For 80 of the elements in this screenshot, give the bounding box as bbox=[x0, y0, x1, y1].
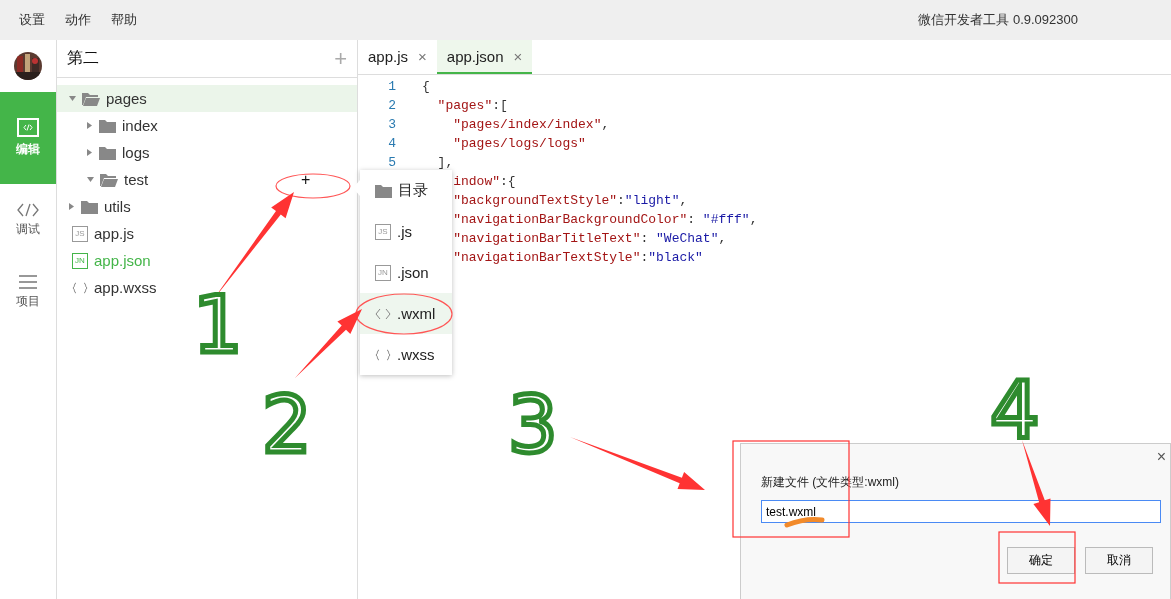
menu-item[interactable]: 帮助 bbox=[111, 11, 137, 29]
file-name: app.js bbox=[94, 225, 135, 242]
code-line: ], bbox=[436, 155, 454, 170]
code-icon bbox=[17, 118, 39, 137]
menu-item[interactable]: 动作 bbox=[65, 11, 91, 29]
annotation-number: 1 bbox=[193, 280, 243, 370]
file-type-icon: JS bbox=[375, 223, 391, 240]
collapse-arrow-icon[interactable] bbox=[69, 95, 76, 102]
code-line: "pages/logs/logs" bbox=[452, 136, 586, 151]
open-folder-icon bbox=[100, 172, 118, 187]
code-line: "pages":[ bbox=[436, 98, 508, 113]
close-icon[interactable]: × bbox=[418, 47, 427, 65]
file-name: app.json bbox=[94, 252, 151, 269]
code-icon bbox=[17, 202, 39, 217]
annotation-number: 4 bbox=[990, 366, 1040, 456]
underline-scribble bbox=[784, 517, 825, 528]
dialog-button[interactable]: 取消 bbox=[1085, 547, 1153, 574]
code-line: "backgroundTextStyle":"light", bbox=[452, 193, 688, 208]
file-type-icon: JS bbox=[72, 225, 88, 242]
file-name: logs bbox=[122, 144, 150, 161]
folder-icon bbox=[81, 199, 98, 214]
folder-icon bbox=[99, 145, 116, 160]
annotation-number: 2 bbox=[262, 380, 312, 470]
tree-item[interactable]: index bbox=[57, 112, 357, 139]
file-name: index bbox=[122, 117, 158, 134]
code-line: { bbox=[422, 79, 430, 94]
nav-tab[interactable]: 调试 bbox=[0, 184, 56, 256]
project-title: 第二 bbox=[67, 48, 99, 68]
close-icon[interactable]: × bbox=[513, 47, 523, 65]
angle-brackets-icon bbox=[375, 307, 391, 320]
line-number: 4 bbox=[387, 136, 396, 151]
menu-option[interactable]: .wxss bbox=[360, 334, 452, 375]
expand-arrow-icon[interactable] bbox=[87, 122, 93, 129]
menu-option[interactable]: .wxml bbox=[360, 293, 452, 334]
file-type-icon: JN bbox=[72, 252, 88, 269]
menu-option[interactable]: JN .json bbox=[360, 252, 452, 293]
file-type-icon: JN bbox=[375, 264, 391, 281]
nav-tab[interactable]: 项目 bbox=[0, 256, 56, 328]
tab-label: app.js bbox=[368, 47, 409, 65]
expand-arrow-icon[interactable] bbox=[87, 149, 93, 156]
line-number: 3 bbox=[387, 117, 396, 132]
collapse-arrow-icon[interactable] bbox=[87, 176, 94, 183]
file-name-field[interactable]: test.wxml bbox=[761, 500, 1161, 523]
add-file-button[interactable]: + bbox=[301, 170, 311, 189]
code-line: indow":{ bbox=[452, 174, 516, 189]
tree-item[interactable]: pages bbox=[57, 85, 357, 112]
file-tab[interactable]: app.js × bbox=[358, 40, 437, 74]
line-number: 2 bbox=[387, 98, 396, 113]
dialog-title: 新建文件 (文件类型:wxml) bbox=[761, 474, 900, 491]
annotation-number: 3 bbox=[508, 380, 558, 470]
file-tab[interactable]: app.json × bbox=[436, 40, 533, 74]
code-line: "navigationBarTextStyle":"black" bbox=[452, 250, 703, 265]
tree-item[interactable]: test + bbox=[57, 166, 357, 193]
close-button[interactable]: × bbox=[1152, 448, 1170, 466]
menu-option[interactable]: 目录 bbox=[360, 170, 452, 211]
code-line: "navigationBarBackgroundColor": "#fff", bbox=[452, 212, 758, 227]
file-name: utils bbox=[104, 198, 131, 215]
menu-option[interactable]: JS .js bbox=[360, 211, 452, 252]
file-name: app.wxss bbox=[94, 279, 157, 296]
menu-icon bbox=[19, 274, 37, 289]
code-line: "navigationBarTitleText": "WeChat", bbox=[452, 231, 727, 246]
tree-item[interactable]: logs bbox=[57, 139, 357, 166]
code-line: "pages/index/index", bbox=[452, 117, 610, 132]
file-name: pages bbox=[106, 90, 147, 107]
menu-item[interactable]: 设置 bbox=[19, 11, 45, 29]
dialog-button[interactable]: 确定 bbox=[1007, 547, 1075, 574]
tree-item[interactable]: JS app.js bbox=[57, 220, 357, 247]
expand-arrow-icon[interactable] bbox=[69, 203, 75, 210]
folder-icon bbox=[375, 183, 392, 198]
line-number: 1 bbox=[387, 79, 396, 94]
braces-icon bbox=[375, 348, 391, 361]
line-number: 5 bbox=[387, 155, 396, 170]
arrow-annotation bbox=[295, 309, 362, 378]
tree-item[interactable]: utils bbox=[57, 193, 357, 220]
file-name: test bbox=[124, 171, 149, 188]
tab-label: app.json bbox=[446, 47, 504, 65]
braces-icon bbox=[72, 281, 88, 294]
open-folder-icon bbox=[82, 91, 100, 106]
folder-icon bbox=[99, 118, 116, 133]
app-title: 微信开发者工具 0.9.092300 bbox=[918, 11, 1078, 29]
